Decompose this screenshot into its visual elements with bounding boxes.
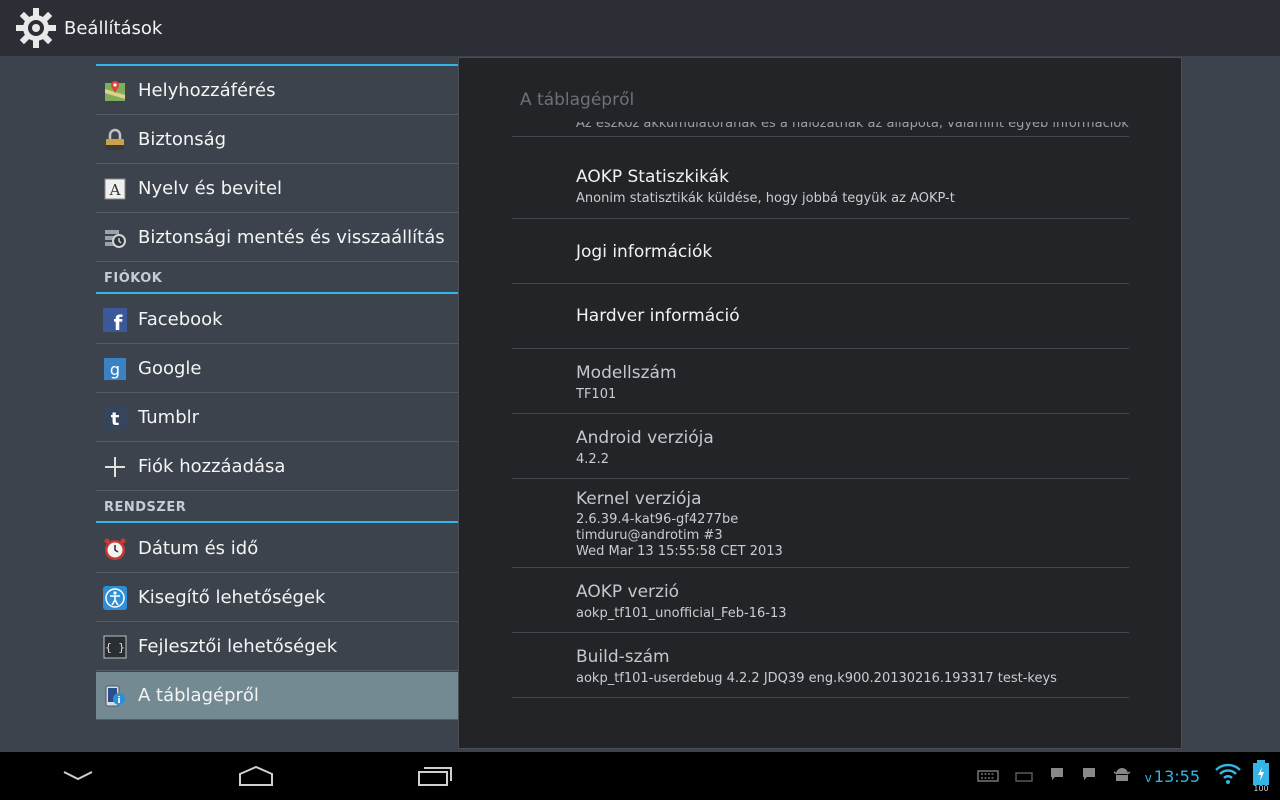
pref-title: Build-szám bbox=[576, 647, 670, 667]
clock-time: 13:55 bbox=[1153, 766, 1200, 786]
keyboard-icon[interactable] bbox=[977, 767, 999, 786]
tablet-info-icon: i bbox=[102, 683, 128, 709]
backup-restore-icon bbox=[102, 225, 128, 251]
pref-aokp-version[interactable]: AOKP verzió aokp_tf101_unofficial_Feb-16… bbox=[512, 568, 1129, 633]
pref-summary-line: timduru@androtim #3 bbox=[576, 528, 723, 543]
lock-icon bbox=[102, 127, 128, 153]
wifi-icon[interactable] bbox=[1214, 763, 1242, 789]
developer-braces-icon: { } bbox=[102, 634, 128, 660]
pref-hardware-info[interactable]: Hardver információ bbox=[512, 284, 1129, 349]
facebook-icon: f bbox=[102, 307, 128, 333]
action-bar: Beállítások bbox=[0, 0, 1280, 56]
sidebar-item-date-time[interactable]: Dátum és idő bbox=[96, 525, 458, 573]
pref-summary: 4.2.2 bbox=[576, 452, 610, 467]
sidebar-item-label: Dátum és idő bbox=[138, 538, 259, 559]
sidebar-item-location[interactable]: Helyhozzáférés bbox=[96, 67, 458, 115]
pref-build-number[interactable]: Build-szám aokp_tf101-userdebug 4.2.2 JD… bbox=[512, 633, 1129, 698]
pref-summary-line: Wed Mar 13 15:55:58 CET 2013 bbox=[576, 544, 783, 559]
section-header-label: FIÓKOK bbox=[104, 271, 163, 286]
sidebar-item-label: Google bbox=[138, 358, 202, 379]
svg-text:f: f bbox=[114, 311, 123, 332]
sidebar-item-developer-options[interactable]: { } Fejlesztői lehetőségek bbox=[96, 623, 458, 671]
battery-level-label: 100 bbox=[1253, 784, 1269, 793]
about-tablet-panel: A táblagépről Az eszköz akkumulátorának … bbox=[458, 57, 1182, 749]
tumblr-icon: t bbox=[102, 405, 128, 431]
pref-aokp-stats[interactable]: AOKP Statiszkikák Anonim statisztikák kü… bbox=[512, 153, 1129, 219]
svg-text:A: A bbox=[109, 181, 121, 199]
section-header-accounts: FIÓKOK bbox=[96, 264, 458, 294]
battery-icon[interactable]: 100 bbox=[1250, 759, 1272, 793]
sidebar-item-about-tablet[interactable]: i A táblagépről bbox=[96, 672, 458, 720]
pref-model-number[interactable]: Modellszám TF101 bbox=[512, 349, 1129, 414]
recent-apps-icon[interactable] bbox=[413, 760, 457, 792]
panel-title: A táblagépről bbox=[520, 90, 635, 110]
pref-summary: aokp_tf101_unofficial_Feb-16-13 bbox=[576, 606, 787, 621]
pref-title: Hardver információ bbox=[576, 306, 740, 326]
accessibility-icon bbox=[102, 585, 128, 611]
pref-title: Modellszám bbox=[576, 363, 677, 383]
plus-icon bbox=[102, 454, 128, 480]
pref-android-version[interactable]: Android verziója 4.2.2 bbox=[512, 414, 1129, 479]
back-icon[interactable] bbox=[56, 760, 100, 792]
sidebar-item-label: A táblagépről bbox=[138, 685, 259, 706]
location-map-icon bbox=[102, 78, 128, 104]
sidebar-item-label: Kisegítő lehetőségek bbox=[138, 587, 326, 608]
app-title: Beállítások bbox=[64, 17, 163, 39]
svg-text:t: t bbox=[111, 409, 120, 430]
sidebar-item-tumblr[interactable]: t Tumblr bbox=[96, 394, 458, 442]
sidebar-item-add-account[interactable]: Fiók hozzáadása bbox=[96, 443, 458, 491]
sidebar-item-label: Tumblr bbox=[138, 407, 200, 428]
status-clock[interactable]: v 13:55 bbox=[1145, 767, 1200, 786]
clock-prefix: v bbox=[1144, 770, 1152, 785]
sidebar-item-label: Helyhozzáférés bbox=[138, 80, 276, 101]
svg-text:i: i bbox=[117, 696, 120, 706]
pref-legal-info[interactable]: Jogi információk bbox=[512, 219, 1129, 284]
settings-gear-icon[interactable] bbox=[14, 6, 58, 50]
svg-text:{ }: { } bbox=[105, 641, 125, 654]
sidebar-item-label: Fejlesztői lehetőségek bbox=[138, 636, 338, 657]
settings-sidebar: Helyhozzáférés Biztonság A Nyelv és bevi… bbox=[96, 56, 458, 752]
status-pref-cutoff[interactable]: Az eszköz akkumulátorának és a hálózatna… bbox=[512, 122, 1129, 137]
pref-title: Kernel verziója bbox=[576, 489, 702, 509]
system-navigation-bar: v 13:55 100 bbox=[0, 752, 1280, 800]
pref-summary: aokp_tf101-userdebug 4.2.2 JDQ39 eng.k90… bbox=[576, 671, 1057, 686]
pref-summary: TF101 bbox=[576, 387, 617, 402]
keyboard-small-icon[interactable] bbox=[1015, 767, 1033, 786]
pref-summary-line: 2.6.39.4-kat96-gf4277be bbox=[576, 512, 739, 527]
sidebar-item-label: Biztonsági mentés és visszaállítás bbox=[138, 227, 445, 248]
pref-title: AOKP Statiszkikák bbox=[576, 167, 729, 187]
sidebar-item-label: Nyelv és bevitel bbox=[138, 178, 283, 199]
pref-title: Android verziója bbox=[576, 428, 714, 448]
pref-kernel-version[interactable]: Kernel verziója 2.6.39.4-kat96-gf4277be … bbox=[512, 479, 1129, 568]
chat-icon-2[interactable] bbox=[1081, 766, 1097, 786]
sidebar-top-divider bbox=[96, 64, 458, 66]
home-icon[interactable] bbox=[234, 760, 278, 792]
sidebar-item-security[interactable]: Biztonság bbox=[96, 116, 458, 164]
chat-icon[interactable] bbox=[1049, 766, 1065, 786]
android-debug-icon[interactable] bbox=[1113, 765, 1131, 787]
alarm-clock-icon bbox=[102, 536, 128, 562]
pref-title: Jogi információk bbox=[576, 242, 713, 262]
status-area[interactable]: v 13:55 100 bbox=[977, 752, 1280, 800]
language-a-icon: A bbox=[102, 176, 128, 202]
svg-text:g: g bbox=[110, 360, 120, 379]
pref-summary: Az eszköz akkumulátorának és a hálózatna… bbox=[576, 122, 1129, 131]
google-icon: g bbox=[102, 356, 128, 382]
sidebar-item-facebook[interactable]: f Facebook bbox=[96, 296, 458, 344]
sidebar-item-google[interactable]: g Google bbox=[96, 345, 458, 393]
sidebar-item-language[interactable]: A Nyelv és bevitel bbox=[96, 165, 458, 213]
sidebar-item-accessibility[interactable]: Kisegítő lehetőségek bbox=[96, 574, 458, 622]
section-header-system: RENDSZER bbox=[96, 493, 458, 523]
sidebar-item-label: Biztonság bbox=[138, 129, 227, 150]
sidebar-item-label: Facebook bbox=[138, 309, 223, 330]
section-header-label: RENDSZER bbox=[104, 500, 187, 515]
pref-summary: Anonim statisztikák küldése, hogy jobbá … bbox=[576, 191, 955, 206]
sidebar-item-label: Fiók hozzáadása bbox=[138, 456, 286, 477]
pref-title: AOKP verzió bbox=[576, 582, 680, 602]
sidebar-item-backup[interactable]: Biztonsági mentés és visszaállítás bbox=[96, 214, 458, 262]
